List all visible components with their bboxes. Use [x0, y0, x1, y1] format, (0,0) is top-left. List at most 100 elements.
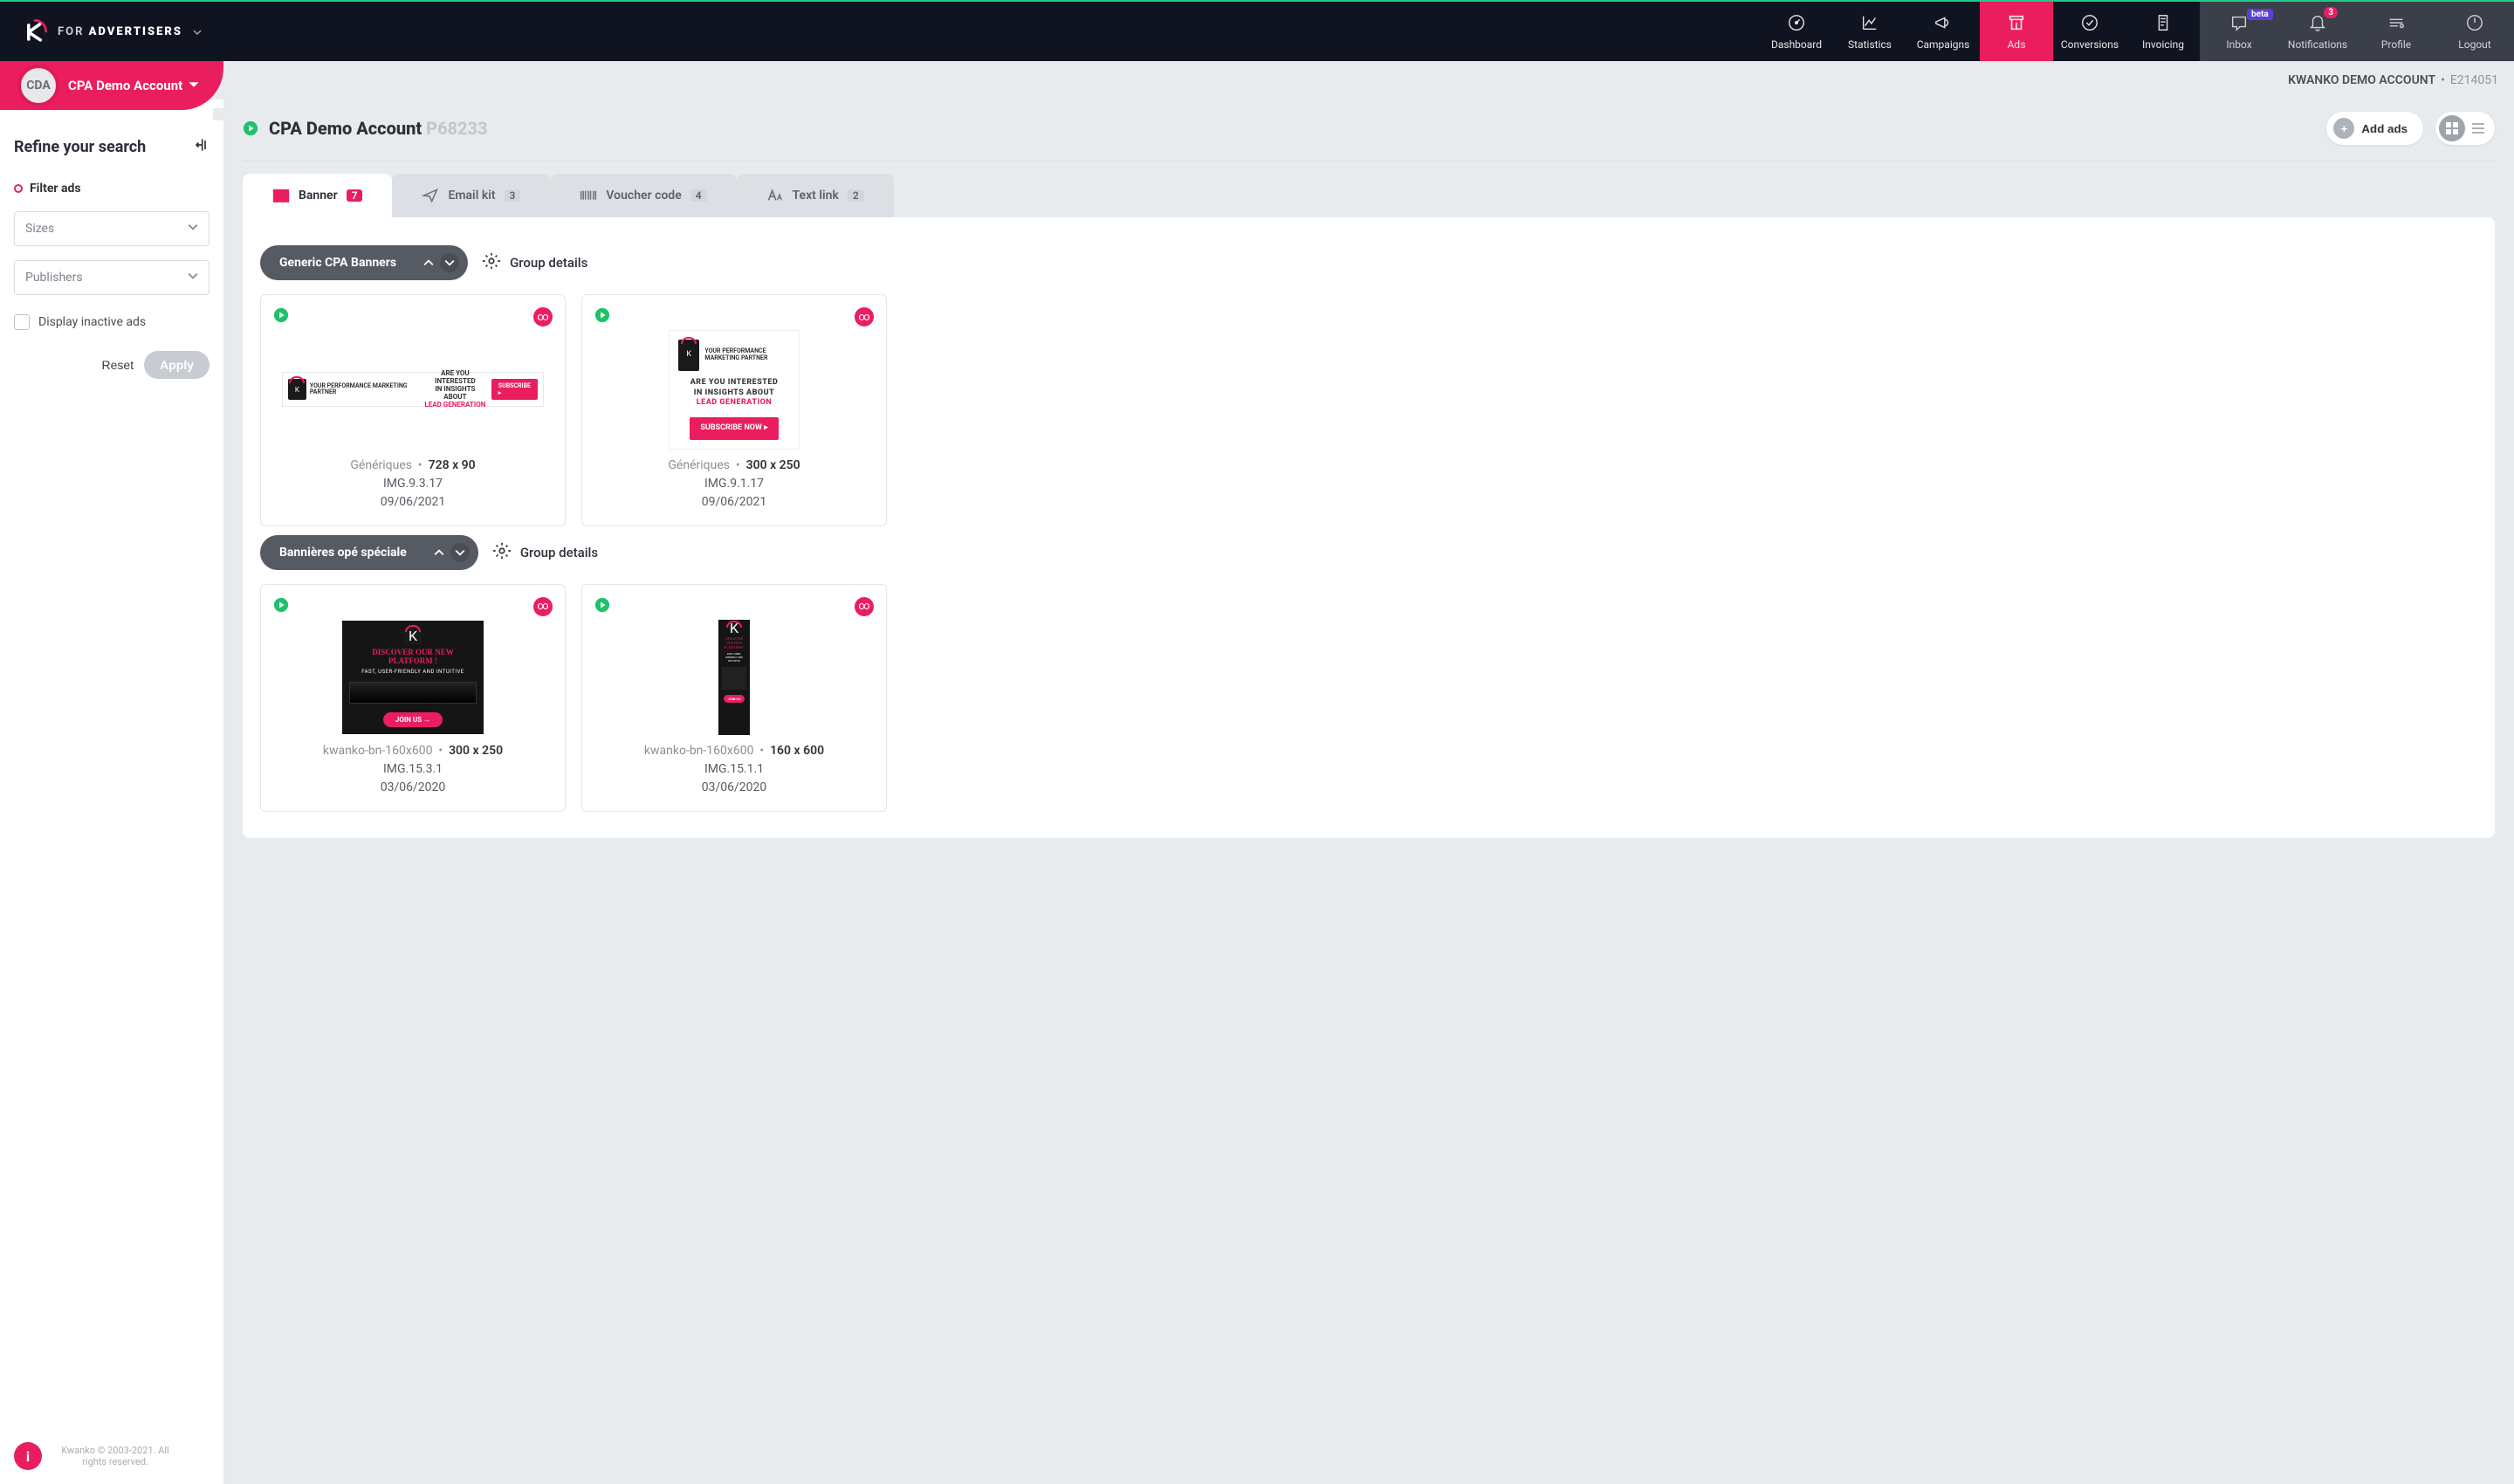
refine-title: Refine your search — [14, 138, 146, 156]
chevron-down-icon[interactable] — [440, 253, 459, 272]
nav-notifications[interactable]: 3 Notifications — [2278, 2, 2357, 61]
collapse-icon[interactable] — [192, 136, 210, 157]
ad-card[interactable]: ∞ KYOUR PERFORMANCE MARKETING PARTNERARE … — [581, 294, 887, 526]
tab-voucher[interactable]: Voucher code 4 — [550, 174, 736, 217]
account-id: E214051 — [2450, 73, 2498, 87]
tab-banner[interactable]: Banner 7 — [243, 174, 392, 217]
tab-count: 7 — [347, 189, 363, 202]
ad-card[interactable]: ∞ KDISCOVER OUR NEW PLATFORM !FAST, USER-… — [581, 584, 887, 812]
play-icon — [594, 597, 610, 613]
view-toggle — [2435, 112, 2495, 145]
banner-icon — [272, 188, 290, 203]
avatar: CDA — [17, 65, 59, 106]
brand-text: FOR ADVERTISERS — [58, 25, 182, 38]
display-inactive-checkbox[interactable]: Display inactive ads — [0, 302, 223, 342]
list-view-button[interactable] — [2465, 115, 2491, 141]
tab-email[interactable]: Email kit 3 — [392, 174, 550, 217]
nav-dashboard[interactable]: Dashboard — [1760, 2, 1833, 61]
nav-invoicing[interactable]: Invoicing — [2126, 2, 2200, 61]
ad-card[interactable]: ∞ KYOUR PERFORMANCE MARKETING PARTNERARE … — [260, 294, 566, 526]
play-icon — [273, 307, 289, 323]
profile-icon — [2387, 13, 2406, 35]
chevron-down-icon — [188, 222, 198, 236]
play-icon — [594, 307, 610, 323]
plus-icon: + — [2333, 118, 2354, 139]
chevron-down-icon[interactable] — [450, 543, 470, 562]
copyright-text: Kwanko © 2003-2021. All rights reserved. — [54, 1445, 176, 1467]
barcode-icon — [580, 188, 597, 203]
nav-ads[interactable]: Ads — [1980, 2, 2053, 61]
text-icon — [766, 188, 784, 203]
brand[interactable]: FOR ADVERTISERS — [0, 2, 221, 61]
logo-icon — [19, 16, 51, 47]
card-meta: kwanko-bn-160x600 • 160 x 600IMG.15.1.10… — [644, 742, 824, 797]
infinity-badge[interactable]: ∞ — [855, 597, 874, 616]
chevron-down-icon — [193, 24, 202, 40]
sidebar: CDA CPA Demo Account Refine your search … — [0, 100, 223, 1484]
top-nav: FOR ADVERTISERS Dashboard Statistics Cam… — [0, 0, 2514, 61]
filter-section-header[interactable]: Filter ads — [0, 169, 223, 204]
nav-logout[interactable]: Logout — [2435, 2, 2514, 61]
card-meta: Génériques • 300 x 250IMG.9.1.1709/06/20… — [668, 457, 800, 512]
tab-count: 4 — [690, 189, 707, 202]
nav-statistics[interactable]: Statistics — [1833, 2, 1906, 61]
chevron-down-icon — [188, 78, 200, 94]
apply-button[interactable]: Apply — [144, 351, 210, 379]
sizes-select[interactable]: Sizes — [14, 211, 210, 246]
check-circle-icon — [2080, 13, 2099, 35]
group-chip[interactable]: Bannières opé spéciale — [260, 535, 478, 570]
chevron-up-icon[interactable] — [429, 543, 449, 562]
banner-preview: KYOUR PERFORMANCE MARKETING PARTNERARE Y… — [669, 330, 800, 450]
tab-count: 3 — [505, 189, 521, 202]
chart-icon — [1860, 13, 1879, 35]
tab-count: 2 — [848, 189, 864, 202]
ad-card[interactable]: ∞ KDISCOVER OUR NEW PLATFORM !FAST, USER-… — [260, 584, 566, 812]
play-icon — [243, 120, 258, 136]
publishers-select[interactable]: Publishers — [14, 260, 210, 295]
group-name: Generic CPA Banners — [279, 256, 396, 270]
banner-preview: KDISCOVER OUR NEW PLATFORM !FAST, USER-F… — [342, 621, 484, 734]
card-meta: kwanko-bn-160x600 • 300 x 250IMG.15.3.10… — [323, 742, 503, 797]
banner-preview: KYOUR PERFORMANCE MARKETING PARTNERARE Y… — [282, 372, 544, 407]
chevron-down-icon — [188, 271, 198, 285]
gear-icon — [482, 251, 501, 274]
status-dot-icon — [14, 184, 23, 193]
inbox-icon — [2229, 13, 2249, 35]
nav-profile[interactable]: Profile — [2357, 2, 2435, 61]
tabs: Banner 7 Email kit 3 Voucher code 4 Text… — [243, 174, 2495, 217]
chevron-up-icon[interactable] — [419, 253, 438, 272]
checkbox-icon — [14, 314, 30, 330]
ads-icon — [2007, 13, 2026, 35]
gauge-icon — [1787, 13, 1806, 35]
power-icon — [2465, 13, 2484, 35]
nav-campaigns[interactable]: Campaigns — [1906, 2, 1980, 61]
nav-inbox[interactable]: beta Inbox — [2200, 2, 2278, 61]
account-selector[interactable]: CDA CPA Demo Account — [0, 61, 223, 110]
page-title: CPA Demo Account P68233 — [269, 118, 487, 139]
info-icon[interactable]: i — [14, 1442, 42, 1470]
add-ads-button[interactable]: + Add ads — [2326, 112, 2423, 145]
group-details-button[interactable]: Group details — [492, 541, 598, 564]
infinity-badge[interactable]: ∞ — [533, 307, 553, 326]
tab-textlink[interactable]: Text link 2 — [737, 174, 894, 217]
reset-button[interactable]: Reset — [102, 351, 134, 379]
megaphone-icon — [1934, 13, 1953, 35]
gear-icon — [492, 541, 512, 564]
notification-count-badge: 3 — [2324, 7, 2338, 18]
program-code: P68233 — [426, 118, 487, 139]
main-content: CPA Demo Account P68233 + Add ads Banner… — [223, 100, 2514, 1484]
invoice-icon — [2153, 13, 2173, 35]
infinity-badge[interactable]: ∞ — [533, 597, 553, 616]
account-header: KWANKO DEMO ACCOUNT • E214051 — [0, 61, 2514, 100]
group-details-button[interactable]: Group details — [482, 251, 587, 274]
card-meta: Génériques • 728 x 90IMG.9.3.1709/06/202… — [350, 457, 475, 512]
play-icon — [273, 597, 289, 613]
sidebar-account-name: CPA Demo Account — [68, 78, 182, 93]
beta-badge: beta — [2247, 9, 2273, 20]
send-icon — [422, 188, 439, 203]
nav-conversions[interactable]: Conversions — [2053, 2, 2126, 61]
grid-view-button[interactable] — [2439, 115, 2465, 141]
banner-preview: KDISCOVER OUR NEW PLATFORM !FAST, USER-F… — [718, 620, 750, 735]
infinity-badge[interactable]: ∞ — [855, 307, 874, 326]
group-chip[interactable]: Generic CPA Banners — [260, 245, 468, 280]
